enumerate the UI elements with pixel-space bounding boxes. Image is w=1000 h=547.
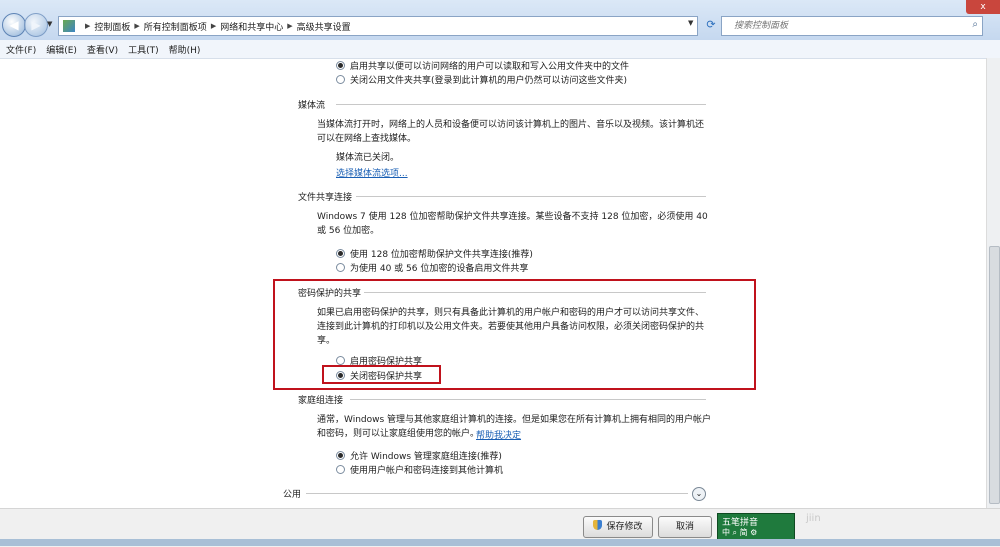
password-description-1: 如果已启用密码保护的共享，则只有具备此计算机的用户帐户和密码的用户才可以访问共享… (317, 308, 705, 318)
divider (356, 196, 706, 197)
homegroup-description-2: 和密码，则可以让家庭组使用您的帐户。 (317, 429, 480, 439)
forward-arrow-icon: ▶ (31, 18, 41, 32)
address-dropdown-icon[interactable]: ▼ (688, 19, 693, 27)
option-label: 启用共享以便可以访问网络的用户可以读取和写入公用文件夹中的文件 (350, 62, 630, 72)
password-description-3: 享。 (317, 336, 336, 346)
media-description-1: 当媒体流打开时，网络上的人员和设备便可以访问该计算机上的图片、音乐以及视频。该计… (317, 120, 705, 130)
radio-button[interactable] (336, 263, 345, 272)
cancel-button[interactable]: 取消 (658, 516, 712, 538)
ime-tools: 中 ⌕ 简 ⚙ (722, 528, 758, 537)
radio-button[interactable] (336, 249, 345, 258)
history-dropdown-icon[interactable]: ▼ (47, 20, 52, 28)
option-password-off[interactable]: 关闭密码保护共享 (336, 369, 422, 382)
control-panel-icon (63, 20, 75, 32)
option-label: 关闭密码保护共享 (350, 372, 423, 382)
breadcrumb-control-panel[interactable]: 控制面板 (94, 20, 130, 33)
chevron-right-icon[interactable]: ▶ (287, 22, 292, 30)
radio-button[interactable] (336, 75, 345, 84)
option-windows-manage[interactable]: 允许 Windows 管理家庭组连接(推荐) (336, 449, 502, 462)
homegroup-description-1: 通常，Windows 管理与其他家庭组计算机的连接。但是如果您在所有计算机上拥有… (317, 415, 712, 425)
refresh-icon[interactable]: ⟳ (703, 17, 719, 33)
option-public-sharing-off[interactable]: 关闭公用文件夹共享(登录到此计算机的用户仍然可以访问这些文件夹) (336, 73, 627, 86)
breadcrumb-all-items[interactable]: 所有控制面板项 (144, 20, 207, 33)
ime-status-bar[interactable]: 五笔拼音 中 ⌕ 简 ⚙ (717, 513, 795, 540)
option-128-bit[interactable]: 使用 128 位加密帮助保护文件共享连接(推荐) (336, 247, 533, 260)
search-box: ⌕ (721, 16, 983, 36)
menu-file[interactable]: 文件(F) (6, 43, 36, 56)
watermark: jiin (806, 513, 821, 524)
media-options-link[interactable]: 选择媒体流选项... (336, 166, 408, 179)
radio-button[interactable] (336, 451, 345, 460)
chevron-right-icon[interactable]: ▶ (134, 22, 139, 30)
menu-bar: 文件(F) 编辑(E) 查看(V) 工具(T) 帮助(H) (0, 40, 1000, 59)
divider (336, 104, 706, 105)
address-box[interactable]: ▶ 控制面板 ▶ 所有控制面板项 ▶ 网络和共享中心 ▶ 高级共享设置 (58, 16, 698, 36)
divider (306, 493, 688, 494)
chevron-right-icon[interactable]: ▶ (211, 22, 216, 30)
expand-chevron-icon[interactable]: ⌄ (692, 487, 706, 501)
save-button[interactable]: 保存修改 (583, 516, 653, 538)
menu-help[interactable]: 帮助(H) (169, 43, 201, 56)
section-title-file-sharing: 文件共享连接 (298, 193, 353, 203)
section-title-public: 公用 (283, 490, 302, 500)
option-label: 使用用户帐户和密码连接到其他计算机 (350, 466, 504, 476)
menu-edit[interactable]: 编辑(E) (46, 43, 77, 56)
option-label: 使用 128 位加密帮助保护文件共享连接(推荐) (350, 250, 533, 260)
help-me-decide-link[interactable]: 帮助我决定 (476, 428, 521, 441)
vertical-scrollbar[interactable] (986, 58, 1000, 508)
forward-button[interactable]: ▶ (24, 13, 48, 37)
scrollbar-thumb[interactable] (989, 246, 1000, 504)
media-description-2: 可以在网络上查找媒体。 (317, 134, 417, 144)
radio-button[interactable] (336, 371, 345, 380)
back-arrow-icon: ◀ (9, 18, 19, 32)
file-sharing-description-1: Windows 7 使用 128 位加密帮助保护文件共享连接。某些设备不支持 1… (317, 212, 708, 222)
chevron-right-icon[interactable]: ▶ (85, 22, 90, 30)
close-button[interactable]: x (966, 0, 1000, 14)
section-title-media: 媒体流 (298, 101, 326, 111)
breadcrumb: ▶ 控制面板 ▶ 所有控制面板项 ▶ 网络和共享中心 ▶ 高级共享设置 (81, 20, 351, 33)
search-input[interactable] (732, 17, 966, 35)
taskbar-strip (0, 539, 1000, 546)
section-title-password: 密码保护的共享 (298, 289, 362, 299)
option-label: 为使用 40 或 56 位加密的设备启用文件共享 (350, 264, 529, 274)
radio-button[interactable] (336, 356, 345, 365)
back-button[interactable]: ◀ (2, 13, 26, 37)
media-status: 媒体流已关闭。 (336, 153, 400, 163)
file-sharing-description-2: 或 56 位加密。 (317, 226, 380, 236)
radio-button[interactable] (336, 61, 345, 70)
menu-view[interactable]: 查看(V) (87, 43, 118, 56)
divider (364, 292, 706, 293)
divider (350, 399, 706, 400)
menu-tools[interactable]: 工具(T) (128, 43, 159, 56)
password-description-2: 连接到此计算机的打印机以及公用文件夹。若要使其他用户具备访问权限，必须关闭密码保… (317, 322, 705, 332)
save-label: 保存修改 (606, 522, 643, 532)
radio-button[interactable] (336, 465, 345, 474)
address-bar: ◀ ▶ ▼ ▶ 控制面板 ▶ 所有控制面板项 ▶ 网络和共享中心 ▶ 高级共享设… (0, 0, 1000, 41)
section-title-homegroup: 家庭组连接 (298, 396, 344, 406)
shield-icon (593, 520, 603, 530)
breadcrumb-network-center[interactable]: 网络和共享中心 (220, 20, 283, 33)
option-public-sharing-on[interactable]: 启用共享以便可以访问网络的用户可以读取和写入公用文件夹中的文件 (336, 59, 629, 72)
breadcrumb-advanced-sharing[interactable]: 高级共享设置 (297, 20, 351, 33)
search-icon[interactable]: ⌕ (972, 19, 978, 30)
option-label: 允许 Windows 管理家庭组连接(推荐) (350, 452, 502, 462)
option-label: 关闭公用文件夹共享(登录到此计算机的用户仍然可以访问这些文件夹) (350, 76, 628, 86)
option-40-56-bit[interactable]: 为使用 40 或 56 位加密的设备启用文件共享 (336, 261, 528, 274)
option-user-accounts[interactable]: 使用用户帐户和密码连接到其他计算机 (336, 463, 503, 476)
